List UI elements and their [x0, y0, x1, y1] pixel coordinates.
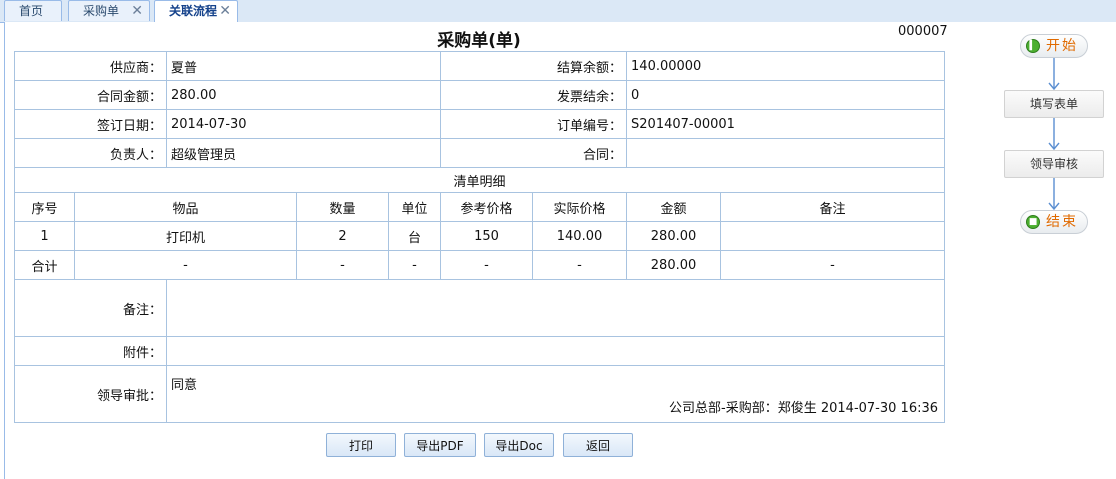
play-circle-icon: ▍ [1026, 39, 1040, 53]
supplier-label: 供应商： [13, 51, 168, 81]
total-cell: - [532, 250, 628, 280]
quantity-cell: 2 [296, 221, 390, 251]
tab-home-label: 首页 [19, 4, 44, 18]
close-icon[interactable]: ✕ [131, 1, 143, 22]
remark-cell [720, 221, 946, 251]
total-cell: - [720, 250, 946, 280]
item-name-link[interactable]: 打印机 [73, 221, 298, 251]
form-row: 合同金额： 280.00 发票结余： 0 [13, 80, 946, 110]
balance-value: 140.00000 [626, 51, 946, 81]
export-doc-button[interactable]: 导出Doc [484, 433, 554, 457]
sign-date-label: 签订日期： [13, 109, 168, 139]
contract-value [626, 138, 946, 168]
export-pdf-button[interactable]: 导出PDF [404, 433, 476, 457]
form-row: 负责人： 超级管理员 合同： [13, 138, 946, 168]
page-title: 采购单(单) [437, 31, 521, 51]
back-button[interactable]: 返回 [563, 433, 633, 457]
purchase-order-table: 供应商： 夏普 结算余额： 140.00000 合同金额： 280.00 发票结… [13, 51, 946, 423]
total-cell: - [440, 250, 534, 280]
flow-arrows [1048, 57, 1060, 211]
flow-step-leader-review[interactable]: 领导审核 [1004, 150, 1104, 178]
stop-circle-icon: ■ [1026, 215, 1040, 229]
contract-amount-value: 280.00 [166, 80, 442, 110]
invoice-balance-value: 0 [626, 80, 946, 110]
reference-price-cell: 150 [440, 221, 534, 251]
document-number: 000007 [898, 24, 948, 39]
total-cell: - [388, 250, 442, 280]
column-header: 单位 [388, 192, 442, 222]
flow-step-fill-form[interactable]: 填写表单 [1004, 90, 1104, 118]
column-header: 金额 [626, 192, 722, 222]
table-row: 1 打印机 2 台 150 140.00 280.00 [14, 221, 946, 251]
flow-end-node[interactable]: ■ 结束 [1020, 210, 1088, 234]
column-header: 序号 [14, 192, 75, 222]
flow-start-node[interactable]: ▍ 开始 [1020, 34, 1088, 58]
invoice-balance-label: 发票结余： [440, 80, 628, 110]
unit-cell: 台 [388, 221, 442, 251]
close-icon[interactable]: ✕ [219, 1, 231, 22]
total-cell: - [296, 250, 390, 280]
balance-label: 结算余额： [440, 51, 628, 81]
attachment-row: 附件： [13, 336, 946, 366]
order-number-label: 订单编号： [440, 109, 628, 139]
approval-signature: 公司总部-采购部：郑俊生 2014-07-30 16:36 [669, 401, 939, 416]
tab-related-process[interactable]: 关联流程 ✕ [154, 0, 238, 22]
attachment-label: 附件： [13, 336, 168, 366]
owner-label: 负责人： [13, 138, 168, 168]
total-cell: - [73, 250, 298, 280]
print-button[interactable]: 打印 [326, 433, 396, 457]
approval-content: 同意 公司总部-采购部：郑俊生 2014-07-30 16:36 [166, 365, 946, 423]
column-header: 实际价格 [532, 192, 628, 222]
detail-header-row: 序号 物品 数量 单位 参考价格 实际价格 金额 备注 [14, 192, 946, 222]
approval-opinion: 同意 [171, 378, 198, 393]
owner-value[interactable]: 超级管理员 [166, 138, 442, 168]
column-header: 备注 [720, 192, 946, 222]
attachment-value [166, 336, 946, 366]
total-amount: 280.00 [626, 250, 722, 280]
approval-row: 领导审批： 同意 公司总部-采购部：郑俊生 2014-07-30 16:36 [13, 365, 946, 423]
actual-price-cell: 140.00 [532, 221, 628, 251]
tab-purchase-order-label: 采购单 [83, 4, 120, 18]
sign-date-value: 2014-07-30 [166, 109, 442, 139]
contract-amount-label: 合同金额： [13, 80, 168, 110]
column-header: 物品 [73, 192, 298, 222]
tab-bar: 首页 采购单 ✕ 关联流程 ✕ [0, 0, 1116, 23]
flow-start-label: 开始 [1046, 38, 1078, 54]
form-row: 签订日期： 2014-07-30 订单编号： S201407-00001 [13, 109, 946, 139]
amount-cell: 280.00 [626, 221, 722, 251]
remark-label: 备注： [13, 279, 168, 337]
order-number-value: S201407-00001 [626, 109, 946, 139]
total-label: 合计 [14, 250, 75, 280]
approval-label: 领导审批： [13, 365, 168, 423]
remark-value [166, 279, 946, 337]
detail-title-row: 清单明细 [13, 167, 946, 193]
flow-end-label: 结束 [1046, 214, 1078, 230]
form-row: 供应商： 夏普 结算余额： 140.00000 [13, 51, 946, 81]
column-header: 数量 [296, 192, 390, 222]
contract-label: 合同： [440, 138, 628, 168]
total-row: 合计 - - - - - 280.00 - [14, 250, 946, 280]
remark-row: 备注： [13, 279, 946, 337]
tab-home[interactable]: 首页 [4, 0, 62, 21]
tab-related-process-label: 关联流程 [169, 4, 218, 18]
row-index: 1 [14, 221, 75, 251]
supplier-value[interactable]: 夏普 [166, 51, 442, 81]
tab-purchase-order[interactable]: 采购单 ✕ [68, 0, 150, 21]
detail-section-title: 清单明细 [13, 167, 946, 193]
column-header: 参考价格 [440, 192, 534, 222]
